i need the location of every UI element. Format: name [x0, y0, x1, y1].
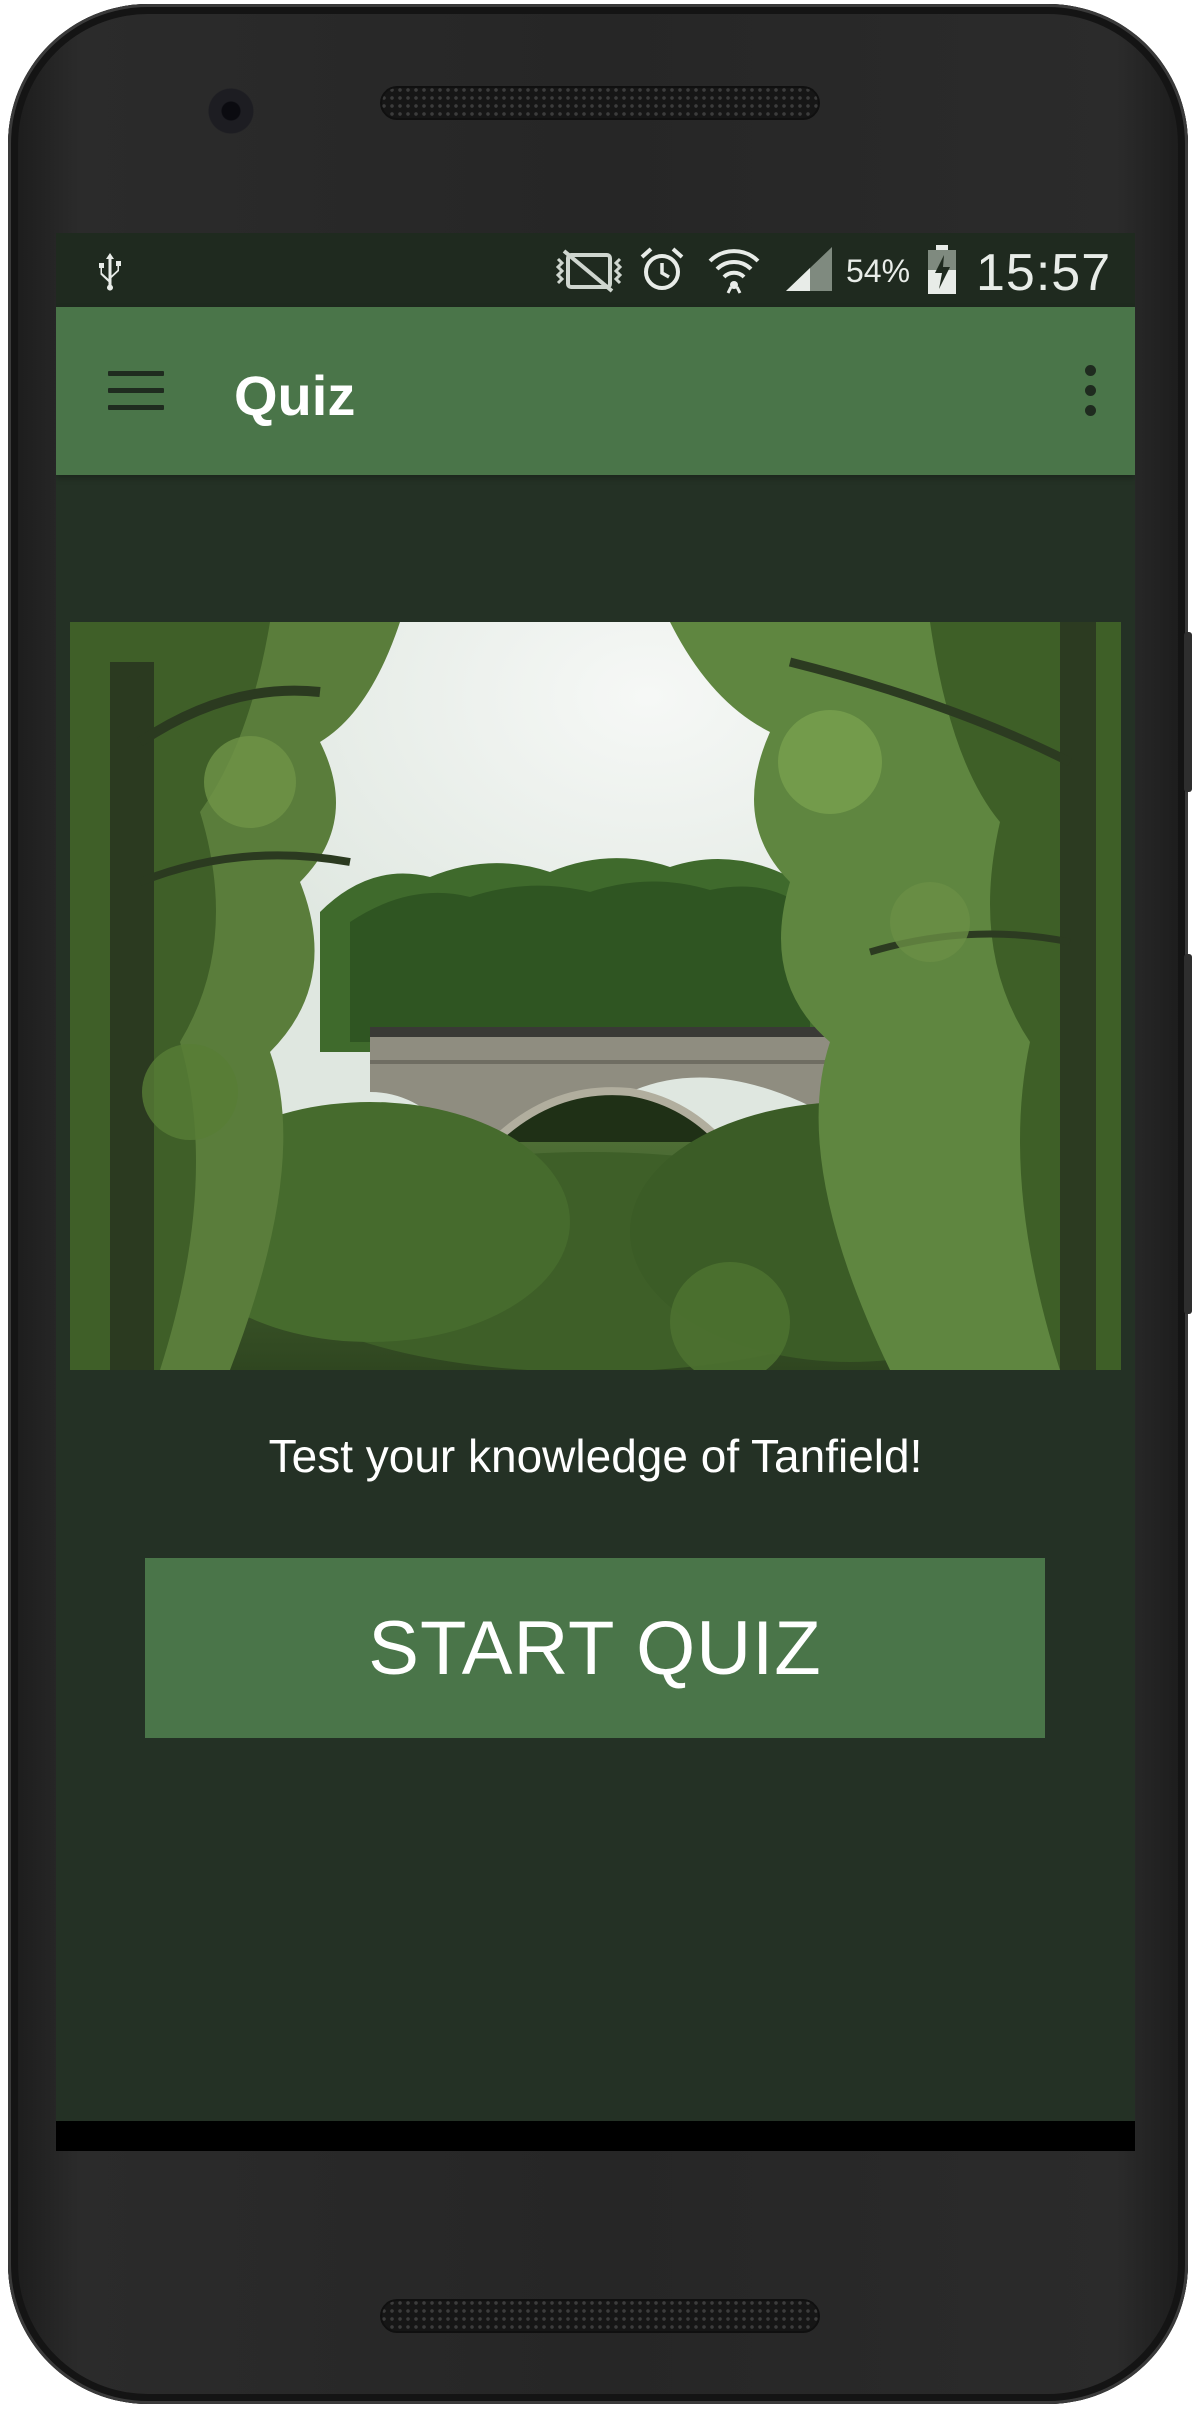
- vibrate-icon: [555, 249, 623, 293]
- bottom-speaker: [380, 2299, 820, 2333]
- more-vert-icon[interactable]: [1076, 359, 1106, 423]
- wifi-icon: [708, 249, 760, 294]
- alarm-icon: [640, 247, 684, 290]
- front-camera: [208, 88, 254, 134]
- battery-charging-icon: [928, 245, 956, 294]
- app-bar-title: Quiz: [234, 364, 356, 427]
- hamburger-menu-icon[interactable]: [106, 361, 170, 421]
- status-bar: 54% 15:57: [56, 233, 1135, 307]
- screen: 54% 15:57 Quiz Test your knowledge of Ta…: [56, 233, 1135, 2151]
- battery-percent: 54%: [846, 253, 911, 289]
- bridge-photo: [70, 622, 1121, 1370]
- cell-signal-icon: [786, 247, 832, 291]
- start-quiz-button[interactable]: START QUIZ: [145, 1558, 1045, 1738]
- top-speaker: [380, 86, 820, 120]
- quiz-tagline: Test your knowledge of Tanfield!: [268, 1430, 923, 1482]
- power-button: [1184, 632, 1192, 792]
- status-time: 15:57: [976, 244, 1112, 302]
- volume-button: [1184, 954, 1192, 1314]
- hero-image: [70, 622, 1121, 1370]
- usb-icon: [99, 253, 121, 291]
- bottom-edge-strip: [56, 2121, 1135, 2151]
- app-bar: Quiz: [56, 307, 1135, 475]
